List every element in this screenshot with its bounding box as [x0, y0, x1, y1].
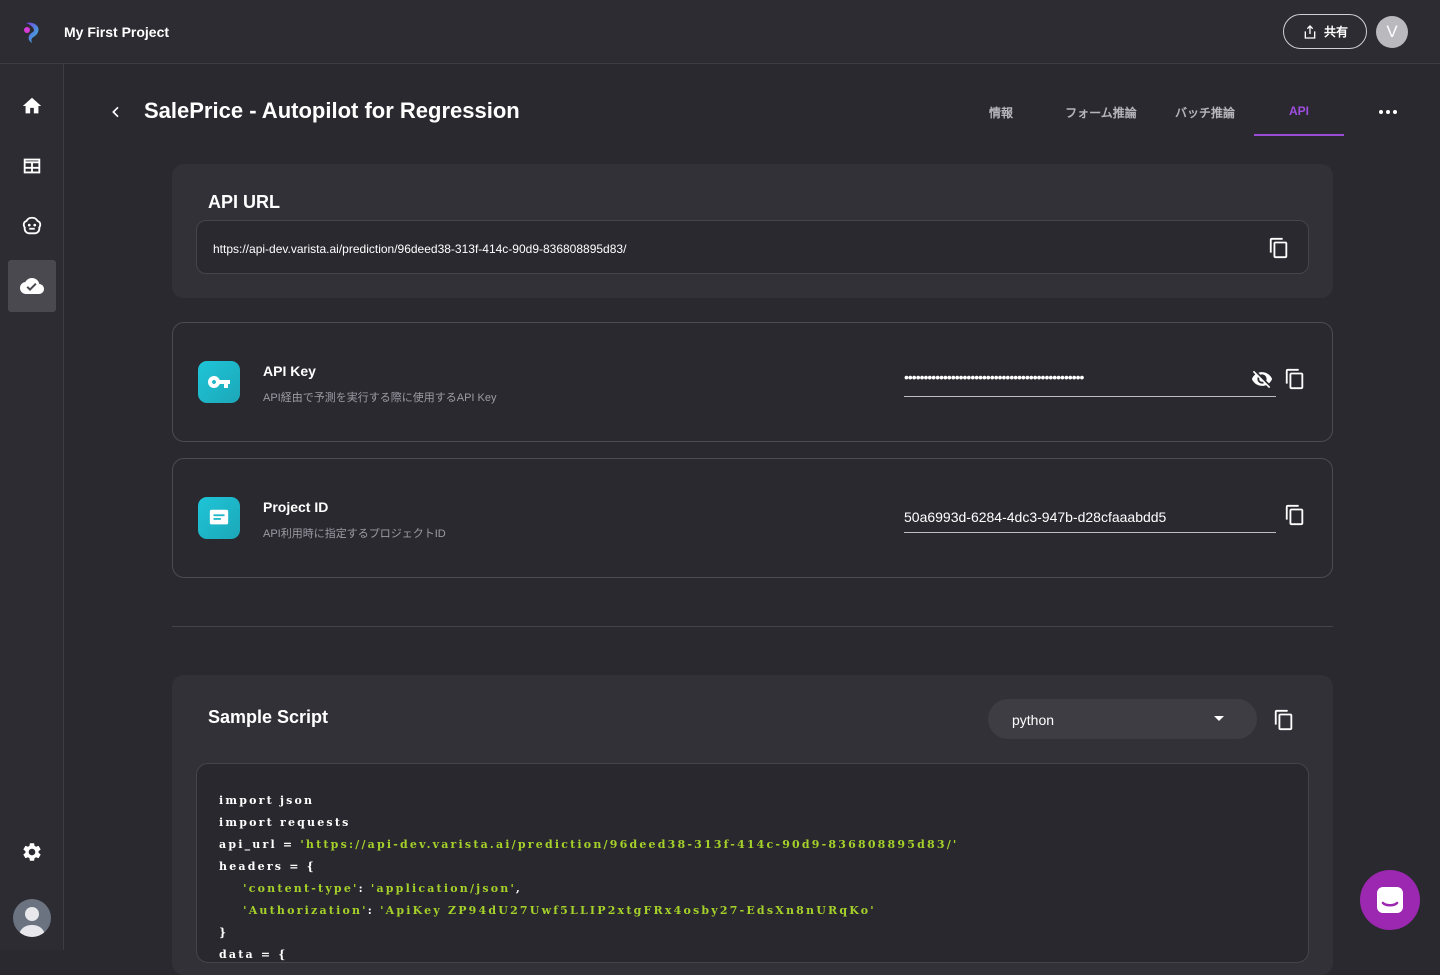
table-icon	[23, 158, 41, 174]
key-icon	[208, 376, 230, 388]
code-line: }	[219, 926, 229, 939]
app-logo-icon[interactable]	[20, 20, 44, 44]
api-key-subtitle: API経由で予測を実行する際に使用するAPI Key	[263, 392, 497, 404]
api-url-value[interactable]: https://api-dev.varista.ai/prediction/96…	[213, 242, 626, 256]
code-line: headers = {	[219, 860, 316, 873]
project-id-title: Project ID	[263, 499, 329, 515]
code-content: import json import requests api_url = 'h…	[219, 790, 959, 966]
copy-api-url-button[interactable]	[1267, 236, 1291, 260]
more-options-button[interactable]	[1376, 100, 1400, 124]
chevron-left-icon	[112, 106, 119, 118]
chat-icon	[1377, 887, 1403, 913]
sidebar-item-home[interactable]	[8, 80, 56, 132]
code-sep: ,	[516, 882, 523, 895]
tab-api[interactable]: API	[1254, 104, 1344, 136]
code-string: 'ApiKey ZP94dU27Uwf5LLIP2xtgFRx4osby27-E…	[380, 904, 876, 917]
message-icon	[209, 509, 229, 525]
project-title[interactable]: My First Project	[64, 24, 169, 40]
project-id-field[interactable]: 50a6993d-6284-4dc3-947b-d28cfaaabdd5	[904, 493, 1276, 533]
project-id-badge	[198, 497, 240, 539]
brain-icon	[22, 216, 42, 235]
sidebar-item-models[interactable]	[8, 200, 56, 252]
api-key-badge	[198, 361, 240, 403]
sidebar-item-deploy[interactable]	[8, 260, 56, 312]
sample-script-title: Sample Script	[208, 707, 329, 727]
code-sep: :	[367, 904, 381, 917]
copy-icon	[1285, 368, 1304, 390]
page-title: SalePrice - Autopilot for Regression	[144, 98, 520, 123]
api-url-title: API URL	[208, 192, 280, 212]
sidebar-item-tables[interactable]	[8, 140, 56, 192]
api-key-card: API Key API経由で予測を実行する際に使用するAPI Key •••••…	[172, 322, 1333, 442]
api-url-field: https://api-dev.varista.ai/prediction/96…	[196, 220, 1309, 274]
share-label: 共有	[1323, 25, 1348, 39]
toggle-visibility-button[interactable]	[1250, 367, 1274, 391]
code-line: import requests	[219, 816, 351, 829]
chat-launcher-button[interactable]	[1360, 870, 1420, 930]
section-divider	[172, 626, 1333, 627]
back-button[interactable]	[104, 100, 128, 124]
api-key-field[interactable]: ••••••••••••••••••••••••••••••••••••••••…	[904, 357, 1276, 397]
home-icon	[22, 97, 42, 114]
sidebar-item-settings[interactable]	[8, 826, 56, 878]
api-key-title: API Key	[263, 363, 316, 379]
code-block[interactable]: import json import requests api_url = 'h…	[196, 763, 1309, 963]
cloud-check-icon	[20, 278, 44, 294]
copy-icon	[1285, 504, 1304, 526]
dropdown-arrow-icon	[1214, 716, 1224, 721]
user-icon	[19, 907, 45, 937]
project-id-subtitle: API利用時に指定するプロジェクトID	[263, 528, 446, 540]
share-icon	[1304, 24, 1316, 39]
copy-project-id-button[interactable]	[1283, 503, 1307, 527]
tab-form-inference[interactable]: フォーム推論	[1056, 104, 1146, 136]
tab-batch-inference[interactable]: バッチ推論	[1162, 104, 1248, 136]
language-select-value: python	[1012, 712, 1055, 728]
code-string: 'https://api-dev.varista.ai/prediction/9…	[300, 838, 959, 851]
visibility-off-icon	[1251, 370, 1273, 389]
code-sep: :	[358, 882, 371, 895]
tab-info[interactable]: 情報	[976, 104, 1026, 136]
gear-icon	[23, 843, 41, 861]
more-horiz-icon	[1379, 110, 1397, 114]
code-line: import json	[219, 794, 315, 807]
copy-icon	[1269, 237, 1288, 259]
api-key-masked-value: ••••••••••••••••••••••••••••••••••••••••…	[904, 369, 1084, 385]
copy-icon	[1274, 709, 1293, 731]
project-id-card: Project ID API利用時に指定するプロジェクトID 50a6993d-…	[172, 458, 1333, 578]
share-button[interactable]: 共有	[1283, 14, 1367, 49]
sidebar-user-avatar[interactable]	[13, 899, 51, 937]
user-avatar[interactable]: V	[1376, 16, 1408, 48]
project-id-value: 50a6993d-6284-4dc3-947b-d28cfaaabdd5	[904, 509, 1167, 525]
code-string: 'content-type'	[243, 882, 359, 895]
code-string: 'application/json'	[370, 882, 517, 895]
sidebar	[0, 64, 64, 950]
copy-api-key-button[interactable]	[1283, 367, 1307, 391]
code-line-key: api_url =	[219, 838, 301, 851]
top-bar: My First Project 共有 V	[0, 0, 1440, 64]
code-string: 'Authorization'	[243, 904, 368, 917]
language-select[interactable]: python	[988, 699, 1257, 739]
copy-script-button[interactable]	[1272, 708, 1296, 732]
